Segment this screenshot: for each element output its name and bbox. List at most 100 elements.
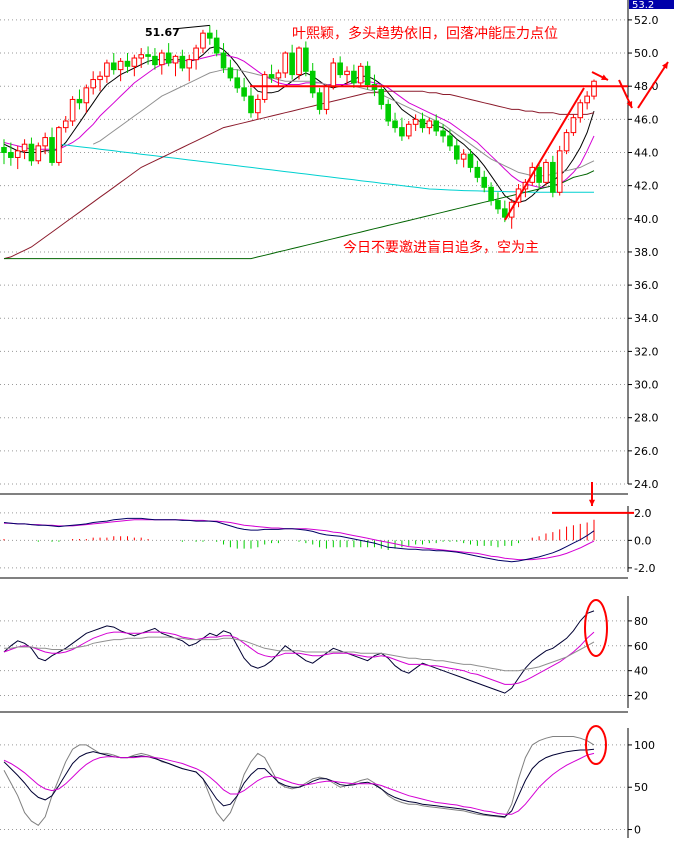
price-panel-tick-label: 46.0	[634, 113, 659, 126]
candle-up	[21, 143, 28, 152]
price-panel-tick-label: 42.0	[634, 180, 659, 193]
candle-down	[536, 166, 542, 183]
trend-arrow-line	[504, 87, 585, 221]
macd-dea-line	[4, 519, 595, 561]
candle-down	[28, 143, 35, 162]
indicator-2-line	[3, 631, 595, 685]
candle-down	[213, 37, 220, 54]
candle-down	[234, 77, 241, 89]
note-annotation: 今日不要邀进盲目追多，空为主	[343, 239, 539, 256]
candle-down	[110, 62, 117, 71]
candle-up	[158, 52, 165, 66]
indicator-panel-2-tick-label: 40	[634, 665, 648, 678]
candle-down	[1, 147, 7, 153]
candle-up	[56, 127, 62, 163]
headline-annotation: 叶熙颖，多头趋势依旧，回落冲能压力点位	[292, 25, 558, 42]
candle-down	[351, 70, 357, 84]
candle-up	[35, 145, 42, 162]
indicator-panel-2-tick-label: 20	[634, 690, 648, 703]
candle-down	[207, 32, 213, 39]
candle-down	[316, 92, 323, 110]
candle-down	[152, 55, 158, 66]
candle-up	[83, 87, 90, 104]
candle-down	[433, 120, 440, 132]
candle-up	[275, 72, 282, 79]
moving-average-line	[3, 90, 595, 260]
macd-down-arrow-head	[588, 499, 596, 506]
candle-up	[193, 47, 199, 61]
candle-up	[563, 132, 570, 152]
candle-down	[453, 145, 460, 160]
candle-down	[481, 176, 488, 188]
candle-up	[172, 55, 179, 64]
stock-chart: 52.050.048.046.044.042.040.038.036.034.0…	[0, 0, 674, 838]
indicator-panel-2-tick-label: 60	[634, 640, 648, 653]
candle-down	[227, 67, 234, 79]
candle-down	[124, 60, 131, 67]
candle-down	[550, 161, 556, 193]
candle-up	[138, 54, 145, 59]
candle-up	[62, 120, 69, 129]
candle-up	[42, 137, 48, 147]
candle-down	[309, 70, 316, 94]
macd-panel-tick-label: 0.0	[634, 534, 652, 547]
candle-down	[447, 135, 453, 147]
candle-up	[104, 62, 110, 77]
indicator-panel-3-tick-label: 50	[634, 781, 648, 794]
indicator-2-highlight-circle	[584, 599, 608, 657]
high-price-pointer	[177, 24, 210, 30]
price-badge-label: 53.2	[632, 0, 654, 11]
candle-up	[584, 95, 590, 104]
candle-down	[364, 65, 371, 86]
candle-up	[570, 117, 577, 134]
indicator-3-line	[3, 748, 595, 818]
indicator-panel-3-tick-label: 100	[634, 739, 655, 752]
candle-down	[289, 52, 295, 76]
candle-up	[282, 52, 289, 74]
candle-up	[296, 47, 302, 76]
candle-down	[399, 127, 405, 137]
high-price-label: 51.67	[145, 26, 180, 39]
candle-down	[337, 62, 343, 76]
price-panel-tick-label: 38.0	[634, 246, 659, 259]
price-panel-tick-label: 44.0	[634, 146, 659, 159]
candle-down	[488, 186, 494, 202]
candle-up	[97, 75, 103, 81]
indicator-2-line	[3, 610, 595, 694]
indicator-panel-2-tick-label: 80	[634, 615, 648, 628]
price-panel-tick-label: 24.0	[634, 478, 659, 491]
candle-down	[467, 153, 474, 168]
indicator-3-line	[3, 736, 595, 826]
candle-down	[392, 120, 398, 129]
candle-up	[556, 150, 563, 193]
candle-up	[426, 120, 433, 129]
candle-up	[460, 153, 467, 160]
candle-down	[165, 52, 172, 64]
price-panel-tick-label: 32.0	[634, 345, 659, 358]
price-panel-tick-label: 30.0	[634, 379, 659, 392]
candle-up	[591, 80, 597, 97]
candle-down	[495, 200, 501, 210]
chart-window: 52.0 50.0 48.0 46.0 44.0 42.0 40.0 38.0 36.0 34.0…	[0, 0, 674, 842]
candle-up	[543, 161, 549, 183]
indicator-3-line	[3, 752, 595, 815]
candle-down	[145, 54, 151, 57]
price-panel-tick-label: 52.0	[634, 14, 659, 27]
candle-up	[330, 62, 337, 87]
candle-up	[14, 150, 21, 158]
candle-down	[303, 47, 309, 72]
candle-up	[131, 57, 138, 67]
price-panel-tick-label: 36.0	[634, 279, 659, 292]
macd-panel-tick-label: -2.0	[634, 562, 655, 575]
candle-down	[268, 74, 275, 79]
candle-up	[357, 65, 364, 84]
candle-down	[49, 137, 55, 163]
candle-up	[577, 102, 584, 119]
candle-down	[76, 98, 83, 104]
moving-average-line	[58, 143, 594, 193]
candle-up	[255, 98, 261, 114]
candle-up	[69, 98, 76, 122]
candle-down	[179, 55, 186, 69]
price-panel-tick-label: 50.0	[634, 47, 659, 60]
price-panel-tick-label: 40.0	[634, 213, 659, 226]
